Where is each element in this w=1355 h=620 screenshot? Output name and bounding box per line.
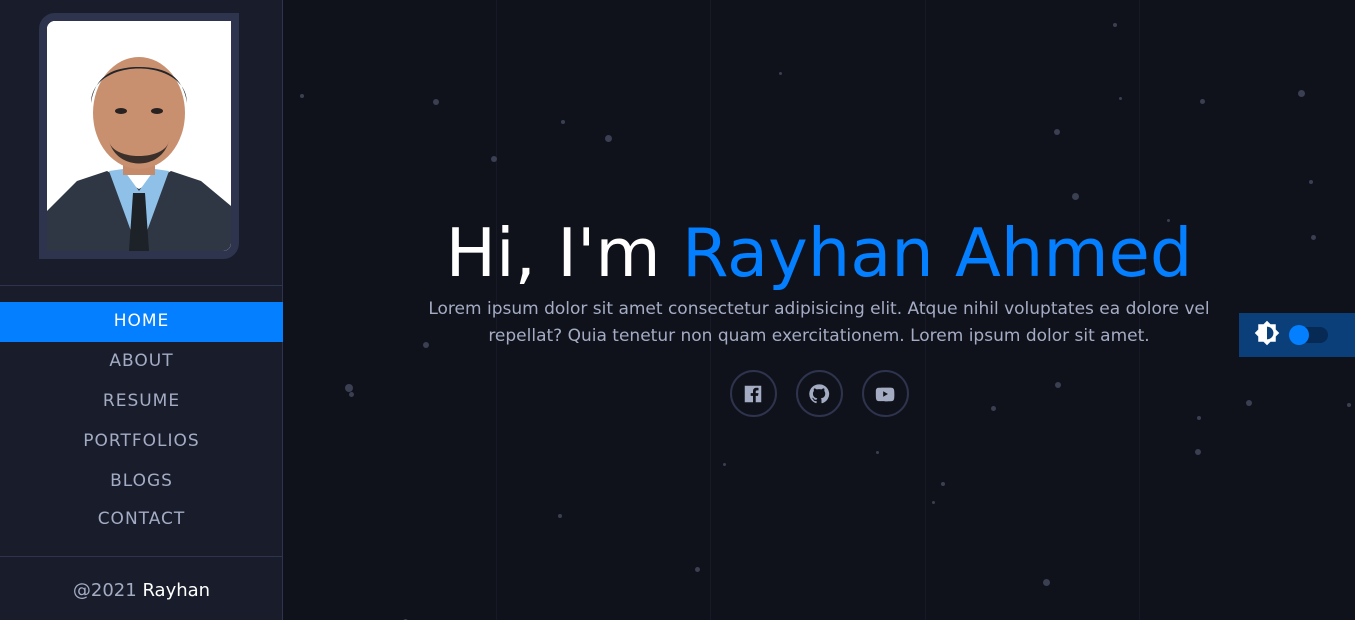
divider bbox=[0, 556, 283, 557]
hero-name: Rayhan Ahmed bbox=[681, 214, 1193, 292]
main-nav: HOME ABOUT RESUME PORTFOLIOS BLOGS CONTA… bbox=[0, 302, 283, 540]
nav-item-home[interactable]: HOME bbox=[0, 302, 283, 342]
particle-dot bbox=[1309, 180, 1313, 184]
theme-switcher bbox=[1239, 313, 1355, 357]
theme-toggle[interactable] bbox=[1289, 325, 1328, 345]
particle-dot bbox=[695, 567, 700, 572]
particle-dot bbox=[561, 120, 565, 124]
divider bbox=[0, 285, 283, 286]
particle-dot bbox=[876, 451, 879, 454]
particle-dot bbox=[1298, 90, 1305, 97]
facebook-icon bbox=[744, 385, 762, 402]
hero: Hi, I'm Rayhan Ahmed Lorem ipsum dolor s… bbox=[283, 210, 1355, 417]
particle-dot bbox=[1043, 579, 1050, 586]
nav-item-contact[interactable]: CONTACT bbox=[0, 502, 283, 540]
brightness-icon-svg bbox=[1254, 320, 1280, 346]
toggle-knob bbox=[1289, 325, 1309, 345]
copyright-year: @2021 bbox=[72, 580, 143, 601]
github-icon bbox=[809, 383, 830, 403]
nav-item-resume[interactable]: RESUME bbox=[0, 382, 283, 422]
nav-item-portfolios[interactable]: PORTFOLIOS bbox=[0, 422, 283, 462]
particle-dot bbox=[932, 501, 935, 504]
particle-dot bbox=[491, 156, 497, 162]
profile-photo-frame bbox=[39, 13, 239, 259]
copyright: @2021 Rayhan bbox=[0, 580, 283, 601]
facebook-link[interactable] bbox=[729, 370, 777, 417]
hero-title: Hi, I'm Rayhan Ahmed bbox=[283, 210, 1355, 296]
particle-dot bbox=[300, 94, 304, 98]
hero-description: Lorem ipsum dolor sit amet consectetur a… bbox=[428, 299, 1210, 346]
particle-dot bbox=[723, 463, 726, 466]
brightness-icon bbox=[1253, 319, 1281, 351]
copyright-owner: Rayhan bbox=[142, 580, 211, 601]
particle-dot bbox=[1113, 23, 1117, 27]
particle-dot bbox=[1119, 97, 1122, 100]
particle-dot bbox=[605, 135, 612, 142]
particle-dot bbox=[779, 72, 782, 75]
nav-item-about[interactable]: ABOUT bbox=[0, 342, 283, 382]
particle-dot bbox=[1195, 449, 1201, 455]
sidebar: HOME ABOUT RESUME PORTFOLIOS BLOGS CONTA… bbox=[0, 0, 283, 620]
youtube-link[interactable] bbox=[861, 370, 909, 417]
github-link[interactable] bbox=[795, 370, 843, 417]
particle-dot bbox=[433, 99, 439, 105]
nav-item-blogs[interactable]: BLOGS bbox=[0, 462, 283, 502]
social-links bbox=[283, 370, 1355, 417]
particle-dot bbox=[1200, 99, 1205, 104]
particle-dot bbox=[558, 514, 562, 518]
youtube-icon bbox=[875, 387, 895, 401]
main-content: Hi, I'm Rayhan Ahmed Lorem ipsum dolor s… bbox=[283, 0, 1355, 620]
hero-greeting: Hi, I'm bbox=[445, 214, 682, 292]
profile-photo bbox=[47, 21, 231, 251]
particle-dot bbox=[1072, 193, 1079, 200]
particle-dot bbox=[941, 482, 945, 486]
particle-dot bbox=[1054, 129, 1060, 135]
